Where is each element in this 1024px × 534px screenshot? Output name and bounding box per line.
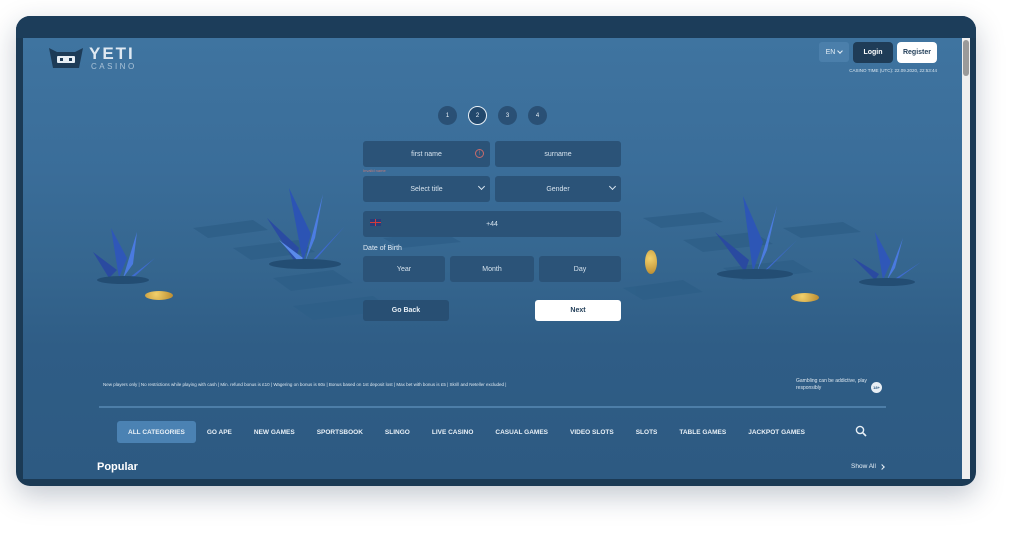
gender-select[interactable]: Gender	[495, 176, 621, 202]
first-name-placeholder: first name	[411, 150, 442, 158]
browser-window: YETI CASINO EN Login Register CASINO TIM…	[16, 16, 976, 486]
date-of-birth-label: Date of Birth	[363, 245, 402, 252]
birth-day-select[interactable]: Day	[539, 256, 621, 282]
step-4[interactable]: 4	[528, 106, 547, 125]
first-name-input[interactable]: first name !	[363, 141, 490, 167]
birth-month-select[interactable]: Month	[450, 256, 534, 282]
registration-steps: 1 2 3 4	[438, 106, 547, 125]
tab-sportsbook[interactable]: SPORTSBOOK	[306, 421, 374, 443]
chevron-right-icon	[879, 463, 885, 470]
popular-heading: Popular	[97, 461, 138, 473]
page-scrollbar[interactable]	[962, 38, 970, 479]
yeti-casino-logo[interactable]: YETI CASINO	[47, 42, 147, 74]
show-all-link[interactable]: Show All	[851, 463, 885, 470]
register-button[interactable]: Register	[897, 42, 937, 63]
section-divider	[99, 406, 886, 408]
scrollbar-thumb[interactable]	[963, 40, 969, 76]
tab-slots[interactable]: SLOTS	[625, 421, 669, 443]
tab-casual-games[interactable]: CASUAL GAMES	[484, 421, 559, 443]
month-placeholder: Month	[482, 265, 502, 273]
chevron-down-icon	[608, 182, 617, 191]
year-placeholder: Year	[396, 265, 412, 273]
title-select[interactable]: Select title	[363, 176, 490, 202]
page-viewport: YETI CASINO EN Login Register CASINO TIM…	[23, 38, 962, 479]
crystal-right-large	[715, 196, 797, 279]
coin-decoration	[791, 293, 819, 302]
search-icon[interactable]	[855, 425, 867, 437]
window-top-bar	[16, 16, 976, 38]
step-3[interactable]: 3	[498, 106, 517, 125]
login-button[interactable]: Login	[853, 42, 893, 63]
crystal-left-small	[93, 228, 155, 284]
tab-go-ape[interactable]: GO APE	[196, 421, 243, 443]
tab-jackpot-games[interactable]: JACKPOT GAMES	[737, 421, 816, 443]
tab-all-categories[interactable]: ALL CATEGORIES	[117, 421, 196, 443]
title-select-label: Select title	[410, 185, 443, 193]
chevron-down-icon	[837, 48, 844, 54]
coin-decoration	[145, 291, 173, 300]
step-2[interactable]: 2	[468, 106, 487, 125]
step-1[interactable]: 1	[438, 106, 457, 125]
gender-select-label: Gender	[546, 185, 570, 193]
day-placeholder: Day	[573, 265, 587, 273]
yeti-logo-icon	[49, 48, 83, 68]
uk-flag-icon	[370, 219, 381, 226]
next-button[interactable]: Next	[535, 300, 621, 321]
language-label: EN	[825, 48, 836, 56]
surname-input[interactable]: surname	[495, 141, 621, 167]
phone-prefix: +44	[486, 220, 498, 228]
promo-terms: New players only | No restrictions while…	[103, 382, 507, 387]
first-name-error: Invalid name	[363, 168, 386, 173]
category-nav: ALL CATEGORIES GO APE NEW GAMES SPORTSBO…	[117, 421, 816, 443]
coin-decoration	[645, 250, 657, 274]
chevron-down-icon	[477, 182, 486, 191]
language-selector[interactable]: EN	[819, 42, 849, 62]
tab-slingo[interactable]: SLINGO	[374, 421, 421, 443]
logo-subtitle: CASINO	[91, 62, 137, 71]
show-all-label: Show All	[851, 463, 876, 470]
go-back-button[interactable]: Go Back	[363, 300, 449, 321]
casino-time: CASINO TIME (UTC): 22.09.2020, 22:53:44	[849, 68, 937, 73]
tab-video-slots[interactable]: VIDEO SLOTS	[559, 421, 625, 443]
alert-icon: !	[475, 149, 484, 158]
tab-live-casino[interactable]: LIVE CASINO	[421, 421, 485, 443]
age-restriction-icon: 18+	[871, 382, 882, 393]
responsible-gambling-notice: Gambling can be addictive, play responsi…	[796, 378, 867, 391]
phone-input[interactable]: +44	[363, 211, 621, 237]
surname-placeholder: surname	[544, 150, 572, 158]
crystal-left-large	[267, 188, 345, 269]
birth-year-select[interactable]: Year	[363, 256, 445, 282]
tab-table-games[interactable]: TABLE GAMES	[668, 421, 737, 443]
tab-new-games[interactable]: NEW GAMES	[243, 421, 306, 443]
logo-title: YETI	[89, 44, 135, 63]
crystal-right-small	[853, 232, 921, 286]
